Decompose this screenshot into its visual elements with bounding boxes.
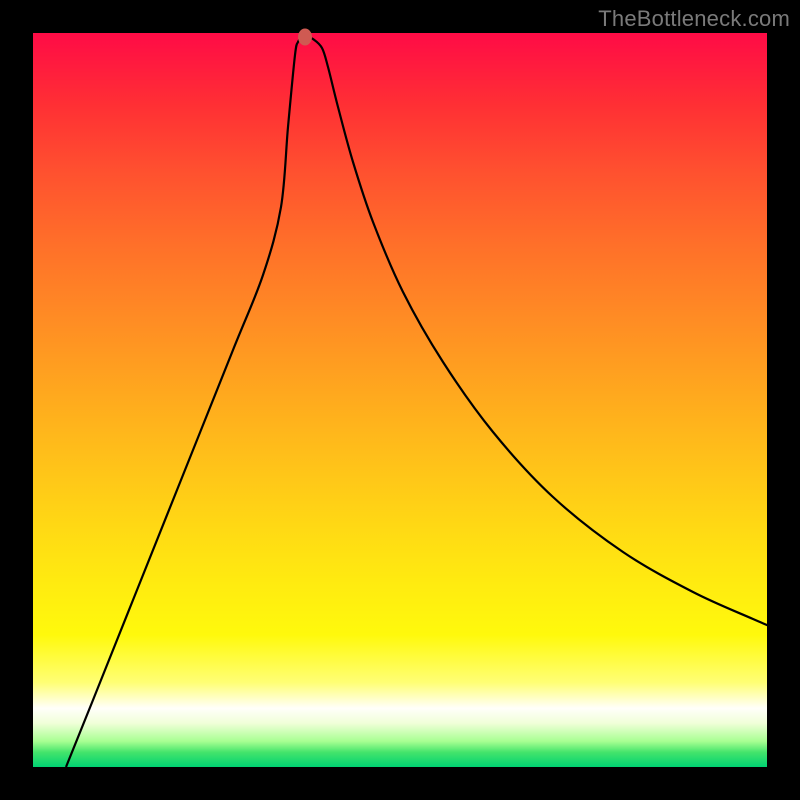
watermark-text: TheBottleneck.com <box>598 6 790 32</box>
optimal-point-marker <box>298 29 312 46</box>
bottleneck-curve <box>33 33 767 767</box>
plot-area <box>33 33 767 767</box>
chart-frame: TheBottleneck.com <box>0 0 800 800</box>
curve-path <box>66 38 767 767</box>
